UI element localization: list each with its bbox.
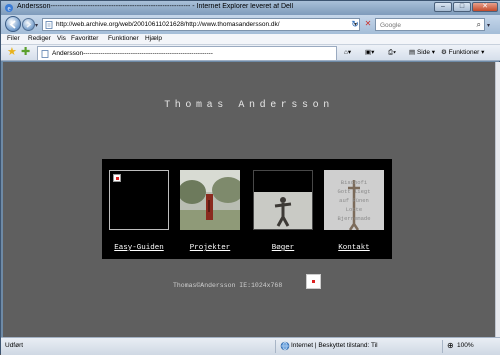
security-zone-text[interactable]: Internet | Beskyttet tilstand: Til: [291, 342, 378, 349]
page-menu-label: Side ▾: [416, 49, 436, 56]
command-bar: ★ ✚ Andersson---------------------------…: [1, 45, 500, 61]
back-button[interactable]: [5, 16, 21, 32]
history-dropdown-icon[interactable]: ▾: [35, 22, 38, 29]
back-arrow-icon: [9, 20, 16, 29]
nav-link-kontakt[interactable]: Kontakt: [319, 244, 389, 252]
status-separator: [442, 340, 443, 353]
title-bar: e Andersson-----------------------------…: [1, 1, 500, 15]
navigation-panel: Bischofi Gott liegt auf Fünen Lotte Bjer…: [102, 159, 392, 259]
page-menu-button[interactable]: ▤ Side ▾: [409, 48, 435, 58]
zoom-level[interactable]: 100%: [457, 342, 474, 349]
tools-gear-icon: ⚙: [441, 49, 449, 56]
site-title: Thomas Andersson: [164, 100, 334, 111]
add-favorite-icon[interactable]: ✚: [21, 47, 30, 58]
home-icon[interactable]: ⌂▾: [344, 48, 351, 58]
menu-view[interactable]: Vis: [57, 35, 66, 42]
forward-button[interactable]: [22, 18, 35, 31]
nav-link-projekter[interactable]: Projekter: [175, 244, 245, 252]
book-cover-line-5: Bjerremade: [337, 215, 370, 222]
refresh-icon[interactable]: ↻: [349, 18, 361, 31]
status-separator: [275, 340, 276, 353]
url-text: http://web.archive.org/web/2001061102162…: [56, 21, 280, 28]
menu-favorites[interactable]: Favoritter: [71, 35, 98, 42]
stop-icon[interactable]: ✕: [362, 18, 374, 31]
browser-window: e Andersson-----------------------------…: [0, 0, 500, 355]
window-title: Andersson-------------------------------…: [17, 3, 294, 10]
nav-link-boger[interactable]: Bøger: [248, 244, 318, 252]
boger-thumbnail[interactable]: [253, 170, 313, 230]
menu-bar: Filer Rediger Vis Favoritter Funktioner …: [1, 34, 500, 45]
menu-help[interactable]: Hjælp: [145, 35, 162, 42]
vertical-scrollbar[interactable]: [495, 62, 500, 337]
svg-text:e: e: [7, 5, 10, 13]
favorites-star-icon[interactable]: ★: [7, 47, 17, 58]
address-field[interactable]: http://web.archive.org/web/2001061102162…: [42, 18, 360, 31]
search-options-icon[interactable]: ▾: [487, 22, 490, 29]
menu-tools[interactable]: Funktioner: [108, 35, 139, 42]
forward-arrow-icon: [26, 21, 32, 28]
tools-menu-button[interactable]: ⚙ Funktioner ▾: [441, 48, 484, 58]
print-icon[interactable]: ⎙▾: [388, 48, 396, 58]
projekter-thumbnail[interactable]: [180, 170, 240, 230]
book-cover-line-2: Gott liegt: [337, 188, 370, 195]
feeds-icon[interactable]: ▣▾: [365, 48, 374, 58]
page-icon: [45, 21, 53, 29]
menu-edit[interactable]: Rediger: [28, 35, 51, 42]
footer-text: Thomas©Andersson IE:1024x768: [173, 282, 283, 289]
kontakt-thumbnail[interactable]: Bischofi Gott liegt auf Fünen Lotte Bjer…: [324, 170, 384, 230]
menu-file[interactable]: Filer: [7, 35, 20, 42]
internet-zone-globe-icon: [280, 341, 290, 351]
tab-label: Andersson-------------------------------…: [52, 50, 213, 57]
status-text: Udført: [5, 342, 24, 349]
footer-broken-image-icon: [306, 274, 321, 289]
zoom-magnifier-icon[interactable]: ⊕: [447, 341, 454, 350]
maximize-button[interactable]: □: [453, 2, 471, 12]
search-input[interactable]: [380, 21, 460, 29]
nav-link-easy-guiden[interactable]: Easy-Guiden: [104, 244, 174, 252]
tab-andersson[interactable]: Andersson-------------------------------…: [37, 46, 337, 60]
book-cover-line-4: Lotte: [346, 206, 363, 213]
page-menu-icon: ▤: [409, 49, 417, 56]
internet-explorer-icon: e: [5, 4, 13, 13]
tools-menu-label: Funktioner ▾: [448, 49, 485, 56]
book-cover-line-3: auf Fünen: [339, 197, 369, 204]
search-icon[interactable]: ⌕: [477, 20, 481, 30]
tab-page-icon: [41, 50, 49, 58]
easy-guiden-thumbnail[interactable]: [109, 170, 169, 230]
status-bar: Udført Internet | Beskyttet tilstand: Ti…: [1, 337, 500, 355]
broken-image-icon: [113, 174, 121, 182]
search-box[interactable]: ⌕: [375, 18, 485, 31]
page-content: Thomas Andersson Bischofi Gott liegt auf…: [3, 62, 495, 337]
minimize-button[interactable]: –: [434, 2, 452, 12]
close-button[interactable]: ✕: [472, 2, 498, 12]
address-row: ▾ http://web.archive.org/web/20010611021…: [1, 15, 500, 34]
book-cover-line-1: Bischofi: [341, 179, 368, 186]
